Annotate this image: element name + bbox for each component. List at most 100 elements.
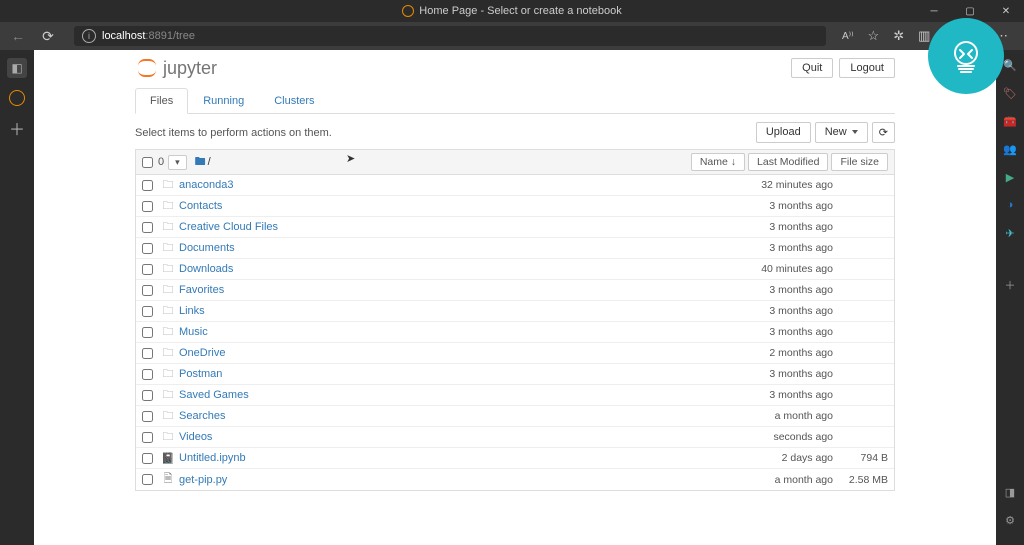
file-checkbox[interactable] <box>142 474 153 485</box>
file-modified: a month ago <box>733 410 833 422</box>
vertical-tabs-button[interactable]: ◧ <box>7 58 27 78</box>
file-checkbox[interactable] <box>142 369 153 380</box>
url-path: :8891/tree <box>145 30 195 42</box>
sidebar-add-button[interactable]: ＋ <box>1001 276 1019 294</box>
file-modified: a month ago <box>733 474 833 486</box>
file-name-link[interactable]: anaconda3 <box>179 179 733 191</box>
breadcrumb-root[interactable]: / <box>208 156 211 168</box>
new-button[interactable]: New <box>815 122 868 143</box>
file-name-link[interactable]: Documents <box>179 242 733 254</box>
file-row: 🗀Videosseconds ago <box>136 427 894 448</box>
folder-icon: 🗀 <box>161 386 175 405</box>
tab-running[interactable]: Running <box>188 88 259 113</box>
file-modified: 3 months ago <box>733 284 833 296</box>
file-row: 🗀Downloads40 minutes ago <box>136 259 894 280</box>
file-name-link[interactable]: Contacts <box>179 200 733 212</box>
browser-left-sidebar: ◧ ＋ <box>0 50 34 545</box>
read-aloud-icon[interactable]: A⁾⁾ <box>842 31 854 42</box>
select-hint: Select items to perform actions on them. <box>135 127 332 139</box>
folder-icon: 🗀 <box>161 428 175 447</box>
select-all-checkbox[interactable] <box>142 157 153 168</box>
file-name-link[interactable]: OneDrive <box>179 347 733 359</box>
tools-icon[interactable]: 🧰 <box>1001 112 1019 130</box>
file-checkbox[interactable] <box>142 222 153 233</box>
file-row: 🗀Links3 months ago <box>136 301 894 322</box>
jupyter-logo-icon <box>135 56 159 80</box>
file-checkbox[interactable] <box>142 285 153 296</box>
tag-icon[interactable]: 🏷 <box>1001 84 1019 102</box>
folder-icon: 🗀 <box>161 239 175 258</box>
sort-size-button[interactable]: File size <box>831 153 888 171</box>
file-name-link[interactable]: Postman <box>179 368 733 380</box>
file-size: 2.58 MB <box>833 474 888 486</box>
jupyter-header: jupyter Quit Logout <box>135 50 895 88</box>
file-name-link[interactable]: Untitled.ipynb <box>179 452 733 464</box>
lightbulb-overlay <box>928 18 1004 94</box>
file-name-link[interactable]: Favorites <box>179 284 733 296</box>
file-checkbox[interactable] <box>142 201 153 212</box>
file-checkbox[interactable] <box>142 243 153 254</box>
tab-clusters[interactable]: Clusters <box>259 88 329 113</box>
file-checkbox[interactable] <box>142 453 153 464</box>
file-name-link[interactable]: Music <box>179 326 733 338</box>
file-row: 🗀Searchesa month ago <box>136 406 894 427</box>
file-checkbox[interactable] <box>142 264 153 275</box>
sort-name-button[interactable]: Name ↓ <box>691 153 745 171</box>
folder-icon: 🗀 <box>161 365 175 384</box>
tab-files[interactable]: Files <box>135 88 188 114</box>
file-name-link[interactable]: get-pip.py <box>179 474 733 486</box>
people-icon[interactable]: 👥 <box>1001 140 1019 158</box>
new-tab-button[interactable]: ＋ <box>7 118 27 138</box>
file-name-link[interactable]: Creative Cloud Files <box>179 221 733 233</box>
file-checkbox[interactable] <box>142 348 153 359</box>
file-checkbox[interactable] <box>142 411 153 422</box>
file-row: 🗀Saved Games3 months ago <box>136 385 894 406</box>
site-info-icon[interactable]: i <box>82 29 96 43</box>
file-name-link[interactable]: Links <box>179 305 733 317</box>
minimize-button[interactable]: ─ <box>916 0 952 22</box>
browser-toolbar: ← ⟳ i localhost:8891/tree A⁾⁾ ☆ ✲ ▥ ⊞ ⫘ … <box>0 22 1024 50</box>
folder-icon[interactable]: 🖿 <box>195 153 206 172</box>
send-icon[interactable]: ✈ <box>1001 224 1019 242</box>
file-name-link[interactable]: Saved Games <box>179 389 733 401</box>
file-name-link[interactable]: Searches <box>179 410 733 422</box>
file-row: 🗀 OneDrive2 months ago <box>136 343 894 364</box>
file-name-link[interactable]: Downloads <box>179 263 733 275</box>
close-button[interactable]: ✕ <box>988 0 1024 22</box>
logout-button[interactable]: Logout <box>839 58 895 78</box>
extensions-icon[interactable]: ✲ <box>893 28 904 44</box>
file-modified: 3 months ago <box>733 368 833 380</box>
file-checkbox[interactable] <box>142 327 153 338</box>
folder-icon: 🗀 <box>161 344 175 363</box>
nav-back-button[interactable]: ← <box>8 28 28 44</box>
file-checkbox[interactable] <box>142 306 153 317</box>
file-checkbox[interactable] <box>142 180 153 191</box>
sidebar-settings-icon[interactable]: ⚙ <box>1001 511 1019 529</box>
file-row: 🗀Favorites3 months ago <box>136 280 894 301</box>
jupyter-logo[interactable]: jupyter <box>135 56 217 80</box>
sidebar-panel-icon[interactable]: ◨ <box>1001 483 1019 501</box>
favorite-icon[interactable]: ☆ <box>868 28 880 44</box>
nav-refresh-button[interactable]: ⟳ <box>38 28 58 45</box>
sort-modified-button[interactable]: Last Modified <box>748 153 828 171</box>
file-name-link[interactable]: Videos <box>179 431 733 443</box>
file-checkbox[interactable] <box>142 432 153 443</box>
refresh-list-button[interactable]: ⟳ <box>872 122 895 143</box>
file-checkbox[interactable] <box>142 390 153 401</box>
collections-icon[interactable]: ▥ <box>918 28 930 44</box>
notebook-icon: 📓 <box>161 452 175 465</box>
file-modified: 2 months ago <box>733 347 833 359</box>
play-icon[interactable]: ▶ <box>1001 168 1019 186</box>
file-size: 794 B <box>833 452 888 464</box>
tab-jupyter[interactable] <box>9 90 25 106</box>
file-modified: 3 months ago <box>733 326 833 338</box>
folder-icon: 🗀 <box>161 260 175 279</box>
upload-button[interactable]: Upload <box>756 122 811 143</box>
outlook-icon[interactable]: ◑ <box>1001 196 1019 214</box>
quit-button[interactable]: Quit <box>791 58 833 78</box>
folder-icon: 🗀 <box>161 218 175 237</box>
selected-count: 0 <box>158 156 164 168</box>
file-modified: 3 months ago <box>733 305 833 317</box>
address-bar[interactable]: i localhost:8891/tree <box>74 26 826 46</box>
select-menu-button[interactable]: ▾ <box>168 155 187 170</box>
